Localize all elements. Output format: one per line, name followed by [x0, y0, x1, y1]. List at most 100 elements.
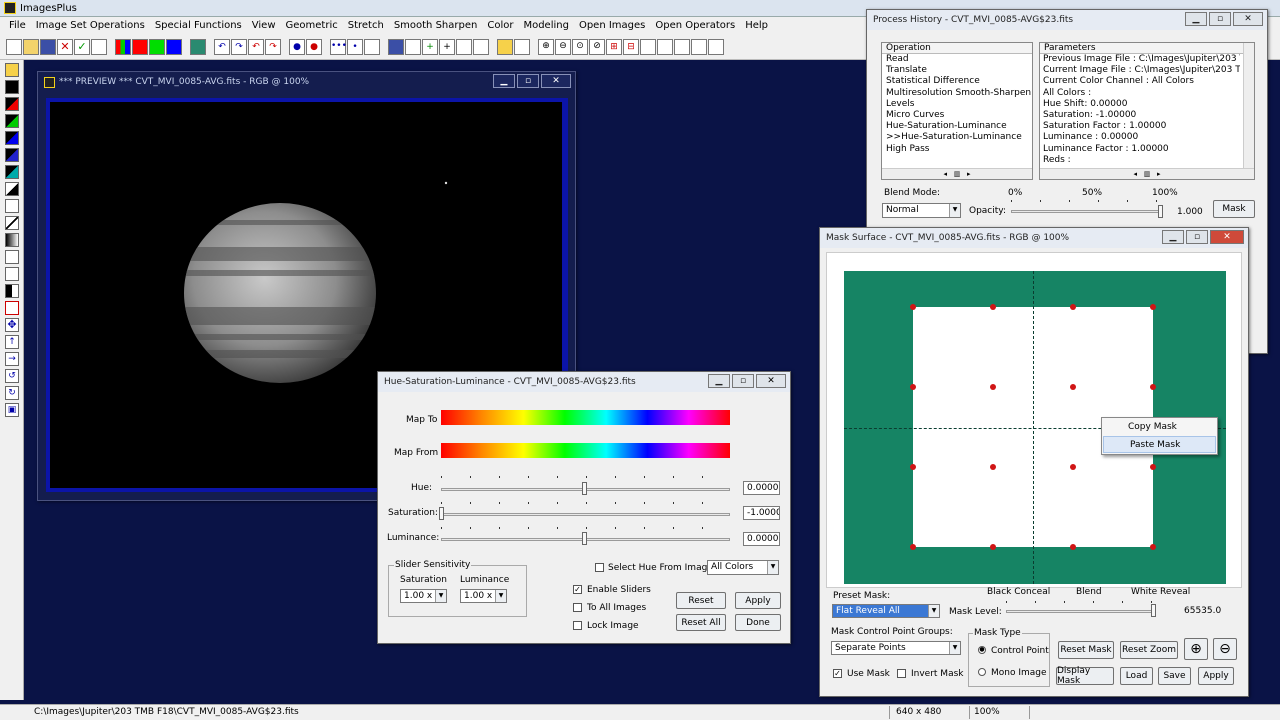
groups-select[interactable]: Separate Points ▼ [831, 641, 961, 655]
close-x-icon[interactable]: ✕ [57, 38, 73, 55]
control-point[interactable] [1070, 384, 1076, 390]
hue-value[interactable]: 0.00000 [743, 481, 780, 495]
mask-level-thumb[interactable] [1151, 604, 1156, 617]
list-icon[interactable] [473, 38, 489, 55]
blue-black-icon[interactable] [5, 131, 19, 145]
rotate-right-icon[interactable]: ↻ [5, 386, 19, 400]
menu-modeling[interactable]: Modeling [518, 17, 574, 34]
control-point-radio[interactable]: ● [978, 646, 986, 654]
redo-red-icon[interactable]: ↷ [265, 38, 281, 55]
mono-image-radio[interactable] [978, 668, 986, 676]
red-frame-icon[interactable] [5, 301, 19, 315]
sens-saturation-select[interactable]: 1.00 x ▼ [400, 589, 447, 603]
record-red-icon[interactable]: ● [306, 38, 322, 55]
frame-tool-icon[interactable] [5, 250, 19, 264]
to-all-images-checkbox[interactable] [573, 603, 582, 612]
menu-geometric[interactable]: Geometric [281, 17, 343, 34]
maximize-icon[interactable]: ▫ [1209, 12, 1231, 26]
menu-special-functions[interactable]: Special Functions [150, 17, 247, 34]
use-mask-label[interactable]: Use Mask [847, 669, 890, 679]
saturation-slider[interactable] [441, 513, 730, 516]
menu-open-operators[interactable]: Open Operators [650, 17, 740, 34]
operation-item[interactable]: Statistical Difference [886, 76, 1032, 87]
grid-icon[interactable] [190, 38, 206, 55]
register-icon[interactable]: ▣ [5, 403, 19, 417]
red-black-icon[interactable] [5, 97, 19, 111]
mask-button[interactable]: Mask [1213, 200, 1255, 218]
control-point[interactable] [1070, 304, 1076, 310]
operation-item[interactable]: Translate [886, 65, 1032, 76]
minimize-icon[interactable]: ▁ [708, 374, 730, 388]
maximize-icon[interactable]: ▫ [517, 74, 539, 88]
display-mask-button[interactable]: Display Mask [1056, 666, 1114, 686]
arrow-right-icon[interactable]: → [5, 352, 19, 366]
menu-open-images[interactable]: Open Images [574, 17, 650, 34]
save-tool-icon[interactable] [5, 63, 19, 77]
diagonal-icon[interactable] [5, 216, 19, 230]
square-icon-3[interactable] [674, 38, 690, 55]
select-hue-checkbox[interactable] [595, 563, 604, 572]
copy-mask-menu-item[interactable]: Copy Mask [1102, 419, 1217, 436]
color-channel-select[interactable]: All Colors ▼ [707, 560, 779, 575]
parameters-hscroll[interactable]: ◂ ▥ ▸ [1040, 168, 1254, 179]
add-red-icon[interactable]: ⊞ [606, 38, 622, 55]
operation-item[interactable]: >>Hue-Saturation-Luminance [886, 132, 1032, 143]
arrow-up-icon[interactable]: ↑ [5, 335, 19, 349]
reset-button[interactable]: Reset [676, 592, 726, 609]
half-black-icon[interactable] [5, 284, 19, 298]
sens-luminance-select[interactable]: 1.00 x ▼ [460, 589, 507, 603]
parameters-list[interactable]: Parameters Previous Image File : C:\Imag… [1039, 42, 1255, 180]
square-icon-2[interactable] [657, 38, 673, 55]
check-icon[interactable]: ✓ [74, 38, 90, 55]
blue-dark-icon[interactable] [5, 148, 19, 162]
copy-icon[interactable] [91, 38, 107, 55]
hue-slider-thumb[interactable] [582, 482, 587, 495]
control-point[interactable] [1070, 544, 1076, 550]
control-point[interactable] [990, 544, 996, 550]
control-point[interactable] [1070, 464, 1076, 470]
zoom-in-button[interactable]: ⊕ [1184, 638, 1208, 660]
preset-mask-select[interactable]: Flat Reveal All ▼ [832, 604, 940, 618]
select-hue-label[interactable]: Select Hue From Image [608, 563, 713, 573]
levels-icon[interactable] [5, 267, 19, 281]
to-all-images-label[interactable]: To All Images [587, 603, 646, 613]
move-icon[interactable]: ✥ [5, 318, 19, 332]
save-icon[interactable] [40, 38, 56, 55]
green-channel-icon[interactable] [149, 38, 165, 55]
mask-canvas[interactable]: Copy Mask Paste Mask [826, 252, 1242, 588]
saturation-slider-thumb[interactable] [439, 507, 444, 520]
control-point[interactable] [910, 544, 916, 550]
control-point[interactable] [990, 384, 996, 390]
undo-icon[interactable]: ↶ [214, 38, 230, 55]
close-icon[interactable]: ✕ [1210, 230, 1244, 244]
control-point-label[interactable]: Control Point [991, 646, 1049, 656]
operation-item[interactable]: Levels [886, 99, 1032, 110]
reset-all-button[interactable]: Reset All [676, 614, 726, 631]
operation-item[interactable]: Micro Curves [886, 110, 1032, 121]
control-point[interactable] [990, 464, 996, 470]
saturation-value[interactable]: -1.00000 [743, 506, 780, 520]
enable-sliders-checkbox[interactable]: ✓ [573, 585, 582, 594]
operation-item[interactable]: Multiresolution Smooth-Sharpen [886, 88, 1032, 99]
minimize-icon[interactable]: ▁ [1185, 12, 1207, 26]
load-button[interactable]: Load [1120, 667, 1153, 685]
save-button[interactable]: Save [1158, 667, 1191, 685]
operation-list[interactable]: Operation Read Translate Statistical Dif… [881, 42, 1033, 180]
new-file-icon[interactable] [6, 38, 22, 55]
use-mask-checkbox[interactable]: ✓ [833, 669, 842, 678]
apply-button[interactable]: Apply [735, 592, 781, 609]
enable-sliders-label[interactable]: Enable Sliders [587, 585, 651, 595]
operation-hscroll[interactable]: ◂ ▥ ▸ [882, 168, 1032, 179]
opacity-slider-thumb[interactable] [1158, 205, 1163, 218]
invert-mask-checkbox[interactable] [897, 669, 906, 678]
control-point[interactable] [1150, 464, 1156, 470]
menu-stretch[interactable]: Stretch [343, 17, 389, 34]
opacity-slider[interactable] [1011, 210, 1163, 213]
zoom-out-icon[interactable]: ⊖ [555, 38, 571, 55]
zoom-in-icon[interactable]: ⊕ [538, 38, 554, 55]
zoom-reset-icon[interactable]: ⊘ [589, 38, 605, 55]
select-icon[interactable] [364, 38, 380, 55]
blue-channel-icon[interactable] [166, 38, 182, 55]
menu-help[interactable]: Help [740, 17, 773, 34]
done-button[interactable]: Done [735, 614, 781, 631]
